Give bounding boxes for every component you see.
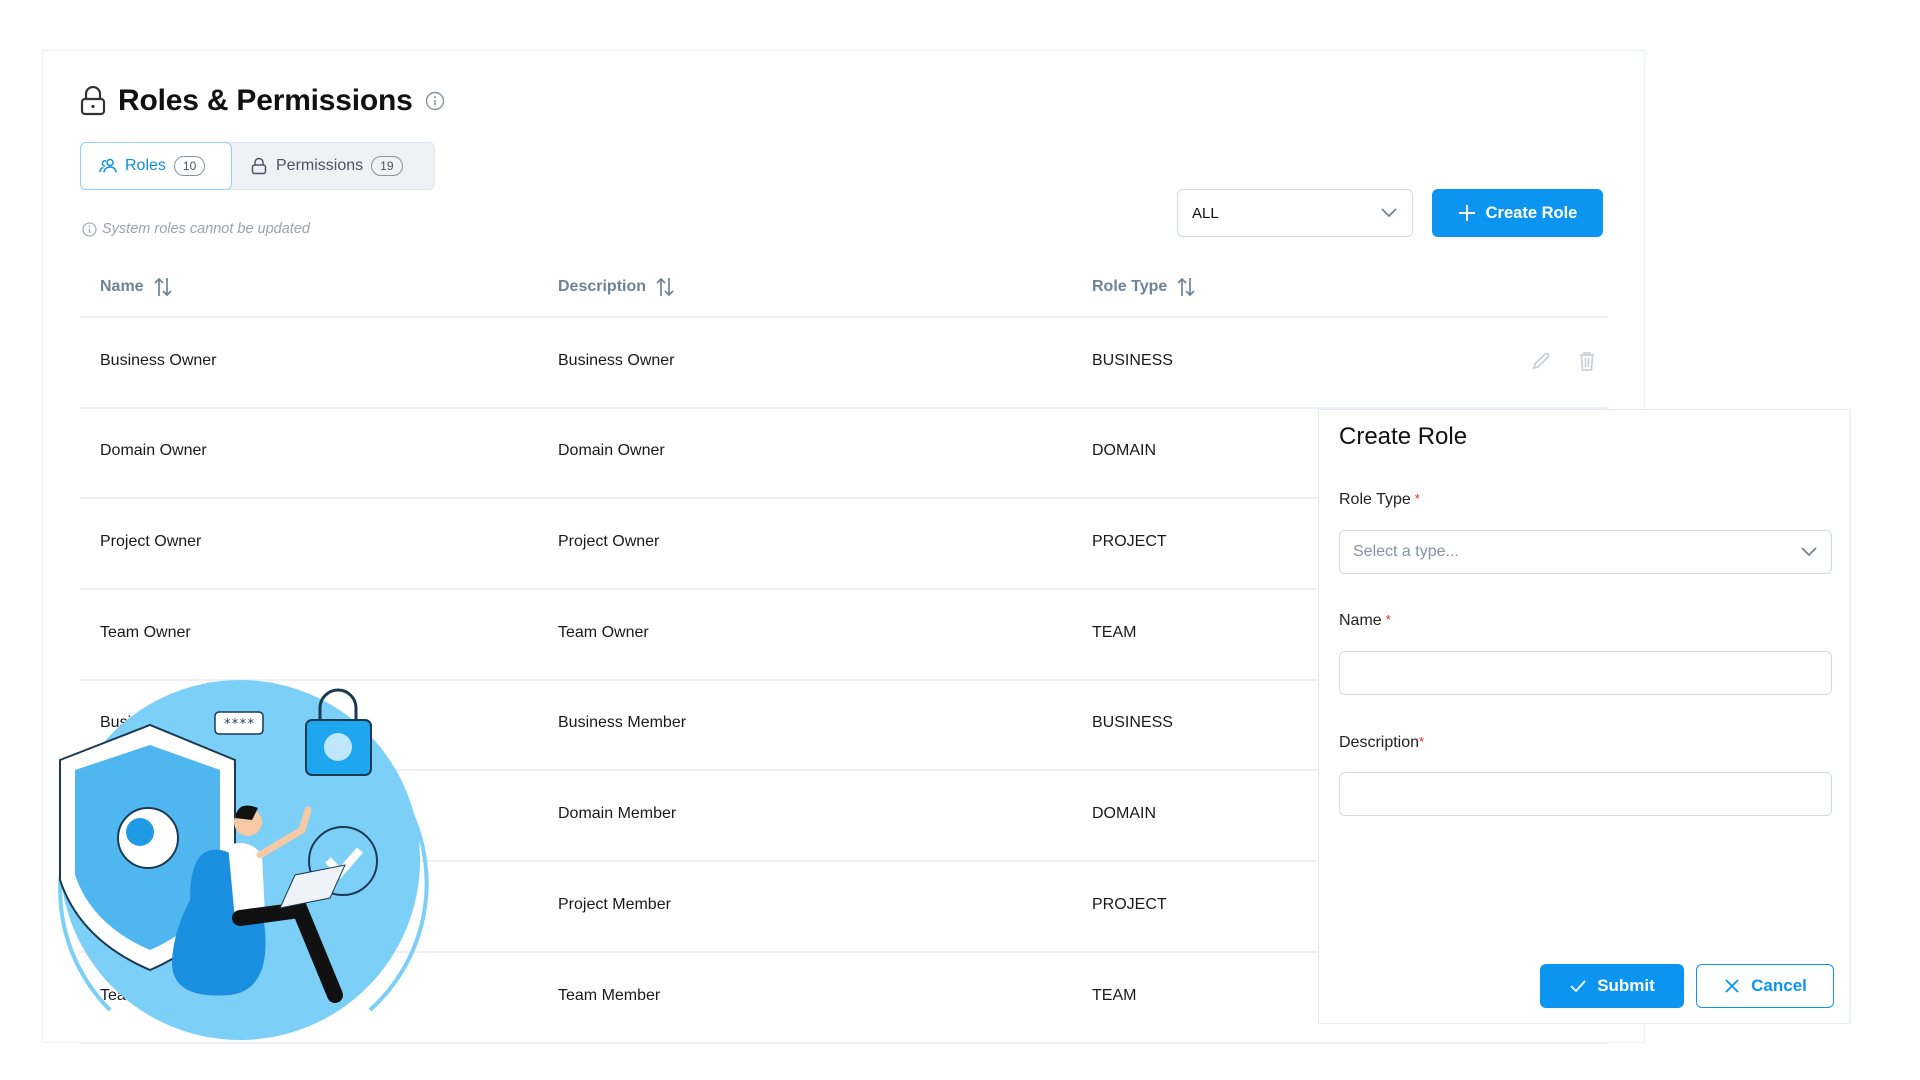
security-illustration: ****	[58, 680, 429, 1040]
globe-land	[126, 818, 154, 846]
chevron-down-icon	[1381, 208, 1397, 218]
description-label-text: Description	[1339, 734, 1420, 751]
role-type-select[interactable]: Select a type...	[1339, 530, 1832, 574]
tab-permissions-count: 19	[371, 156, 403, 176]
panel-title: Create Role	[1339, 423, 1468, 450]
column-header-role-type[interactable]: Role Type	[1092, 276, 1196, 298]
tab-permissions[interactable]: Permissions 19	[232, 143, 421, 189]
system-roles-hint: System roles cannot be updated	[82, 221, 310, 237]
delete-icon[interactable]	[1576, 350, 1598, 372]
row-name: Project Owner	[100, 533, 202, 550]
tab-roles[interactable]: Roles 10	[80, 142, 232, 190]
required-mark: *	[1385, 612, 1391, 627]
required-mark: *	[1414, 491, 1420, 506]
row-role-type: DOMAIN	[1092, 805, 1156, 822]
row-description: Business Owner	[558, 352, 675, 369]
row-name: Team Owner	[100, 624, 191, 641]
info-icon	[82, 221, 97, 237]
row-description: Team Member	[558, 987, 661, 1004]
keyhole	[324, 733, 352, 761]
description-input[interactable]	[1339, 772, 1832, 816]
page-header: Roles & Permissions	[80, 84, 445, 118]
role-type-label: Role Type *	[1339, 491, 1420, 509]
name-input[interactable]	[1339, 651, 1832, 695]
column-header-name[interactable]: Name	[100, 276, 173, 298]
table-header: Name Description Role Type	[80, 266, 1608, 318]
row-description: Domain Owner	[558, 442, 665, 459]
table-row[interactable]: Business Owner Business Owner BUSINESS	[80, 318, 1608, 409]
role-type-label-text: Role Type	[1339, 491, 1411, 508]
hint-text: System roles cannot be updated	[102, 221, 310, 237]
chevron-down-icon	[1801, 547, 1817, 557]
filter-value: ALL	[1192, 204, 1219, 222]
tab-bar: Roles 10 Permissions 19	[80, 142, 435, 190]
row-description: Domain Member	[558, 805, 677, 822]
row-description: Team Owner	[558, 624, 649, 641]
column-header-description-label: Description	[558, 278, 647, 295]
row-description: Project Member	[558, 896, 671, 913]
row-role-type: BUSINESS	[1092, 714, 1173, 731]
tab-permissions-label: Permissions	[276, 157, 364, 174]
row-role-type: DOMAIN	[1092, 442, 1156, 459]
name-label: Name *	[1339, 612, 1391, 630]
create-role-button[interactable]: Create Role	[1432, 189, 1603, 237]
lock-icon	[80, 86, 106, 116]
role-type-filter[interactable]: ALL	[1177, 189, 1413, 237]
row-role-type: TEAM	[1092, 624, 1137, 641]
cancel-label: Cancel	[1751, 976, 1807, 995]
row-description: Business Member	[558, 714, 687, 731]
role-type-placeholder: Select a type...	[1353, 543, 1459, 560]
create-role-label: Create Role	[1485, 203, 1578, 222]
edit-icon[interactable]	[1530, 350, 1552, 372]
column-header-role-type-label: Role Type	[1092, 278, 1168, 295]
column-header-name-label: Name	[100, 278, 144, 295]
tab-roles-label: Roles	[125, 157, 166, 174]
cancel-button[interactable]: Cancel	[1696, 964, 1834, 1008]
name-label-text: Name	[1339, 612, 1382, 629]
row-role-type: PROJECT	[1092, 896, 1167, 913]
password-bubble-text: ****	[223, 717, 254, 732]
row-role-type: PROJECT	[1092, 533, 1167, 550]
required-mark: *	[1419, 734, 1425, 749]
lock-icon	[251, 157, 267, 175]
column-header-description[interactable]: Description	[558, 276, 675, 298]
row-actions	[1530, 350, 1598, 372]
page-title: Roles & Permissions	[118, 84, 413, 117]
row-name: Business Owner	[100, 352, 217, 369]
users-icon	[99, 158, 117, 173]
row-name: Domain Owner	[100, 442, 207, 459]
info-icon[interactable]	[425, 91, 445, 111]
submit-button[interactable]: Submit	[1540, 964, 1684, 1008]
tab-roles-count: 10	[173, 156, 206, 176]
row-role-type: BUSINESS	[1092, 352, 1173, 369]
sort-icon	[153, 277, 172, 297]
sort-icon	[1177, 277, 1195, 297]
plus-icon	[1458, 205, 1475, 221]
check-icon	[1570, 980, 1586, 993]
create-role-panel: Create Role Role Type * Select a type... …	[1318, 409, 1851, 1024]
row-role-type: TEAM	[1092, 987, 1137, 1004]
row-description: Project Owner	[558, 533, 660, 550]
description-label: Description*	[1339, 734, 1424, 752]
submit-label: Submit	[1597, 976, 1655, 995]
close-icon	[1725, 979, 1739, 993]
sort-icon	[656, 277, 674, 297]
